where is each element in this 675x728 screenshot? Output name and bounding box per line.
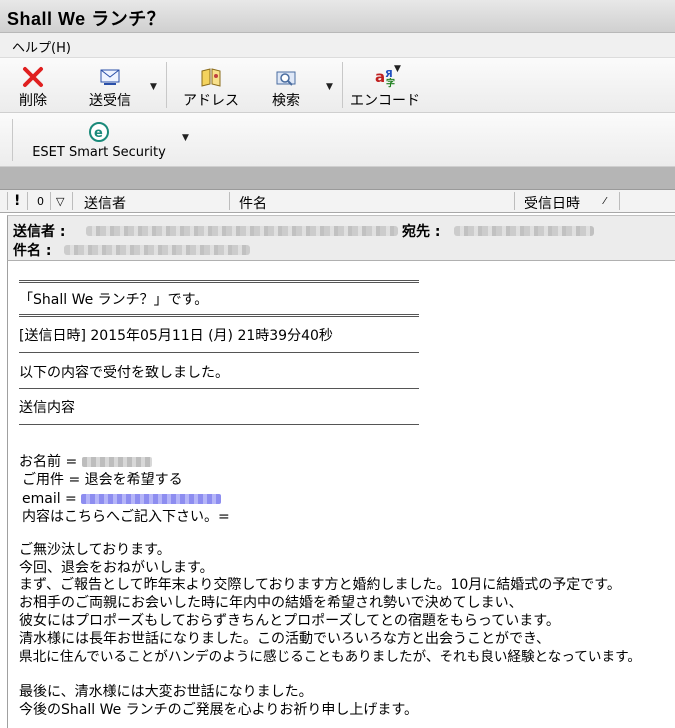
to-address-redacted [454, 226, 594, 236]
body-purpose: ご用件 = 退会を希望する [22, 472, 183, 488]
body-para-8: 最後に、清水様には大変お世話になりました。 [19, 684, 313, 700]
search-icon [274, 66, 298, 88]
delete-button[interactable]: 削除 [8, 58, 58, 112]
message-header-pane: 送信者 : 宛先 : 件名 : [7, 215, 675, 261]
column-divider [229, 192, 230, 210]
body-para-5: 彼女にはプロポーズもしておらずきちんとプロポーズしてとの宿題をもらっています。 [19, 613, 560, 629]
body-accept: 以下の内容で受付を致しました。 [19, 365, 229, 381]
main-toolbar: 削除 送受信 ▼ アドレス 検索 ▼ aЯ字 エンコード ▼ [0, 57, 675, 113]
eset-dropdown-icon[interactable]: ▼ [182, 133, 189, 143]
toolbar-separator [166, 62, 167, 108]
toolbar-grip [12, 119, 13, 161]
search-label: 検索 [272, 93, 300, 109]
column-subject[interactable]: 件名 [239, 193, 267, 213]
rule-single [19, 424, 419, 425]
send-receive-dropdown-icon[interactable]: ▼ [150, 82, 157, 92]
body-shall-we: 「Shall We ランチ？」です。 [19, 292, 209, 308]
to-label: 宛先 : [402, 224, 441, 240]
body-para-4: お相手のご両親にお会いした時に年内中の結婚を希望され勢いで決めてしまい、 [19, 595, 523, 611]
column-divider [619, 192, 620, 210]
column-divider [50, 192, 51, 210]
address-label: アドレス [183, 93, 239, 109]
body-sent-datetime: [送信日時] 2015年05月11日 (月) 21時39分40秒 [19, 328, 333, 344]
rule-double [19, 280, 419, 283]
pane-splitter[interactable] [0, 167, 675, 189]
delete-label: 削除 [19, 93, 47, 109]
svg-text:字: 字 [386, 77, 395, 88]
encode-label: エンコード [350, 93, 420, 109]
window-title: Shall We ランチ？ [7, 9, 166, 29]
from-label: 送信者 : [13, 224, 66, 240]
body-content-title: 送信内容 [19, 400, 75, 416]
toolbar-separator [342, 62, 343, 108]
message-body: 「Shall We ランチ？」です。 [送信日時] 2015年05月11日 (月… [7, 261, 675, 728]
search-button[interactable]: 検索 [262, 58, 310, 112]
name-redacted [81, 457, 152, 467]
send-receive-button[interactable]: 送受信 [80, 58, 140, 112]
eset-logo-icon: e [87, 121, 111, 143]
column-divider [514, 192, 515, 210]
rule-single [19, 388, 419, 389]
body-para-1: ご無沙汰しております。 [19, 542, 171, 558]
from-address-redacted [86, 226, 398, 236]
svg-text:e: e [94, 126, 103, 141]
rule-double [19, 314, 419, 317]
svg-text:a: a [375, 68, 385, 86]
message-list-header: ! 0 ▽ 送信者 件名 受信日時 ⁄ [0, 189, 675, 213]
subject-redacted [64, 245, 250, 255]
column-attachment[interactable]: 0 [37, 195, 44, 208]
send-receive-icon [98, 66, 122, 88]
eset-button[interactable]: e ESET Smart Security [24, 113, 174, 167]
body-para-3: まず、ご報告として昨年末より交際しております方と婚約しました。10月に結婚式の予… [19, 577, 621, 593]
encode-button[interactable]: aЯ字 エンコード [350, 58, 420, 112]
title-bar: Shall We ランチ？ [0, 0, 675, 33]
send-receive-label: 送受信 [89, 93, 131, 109]
addon-toolbar: e ESET Smart Security ▼ [0, 113, 675, 167]
column-date[interactable]: 受信日時 [524, 193, 580, 213]
menu-help[interactable]: ヘルプ(H) [12, 37, 71, 56]
delete-x-icon [21, 66, 45, 88]
body-para-7: 県北に住んでいることがハンデのように感じることもありましたが、それも良い経験とな… [19, 649, 641, 665]
body-para-6: 清水様には長年お世話になりました。この活動でいろいろな方と出会うことができ、 [19, 631, 551, 647]
column-divider [72, 192, 73, 210]
sort-indicator-icon: ⁄ [604, 196, 606, 207]
search-dropdown-icon[interactable]: ▼ [326, 82, 333, 92]
body-email-line: email = [22, 490, 222, 508]
body-para-9: 今後のShall We ランチのご発展を心よりお祈り申し上げます。 [19, 702, 418, 718]
body-para-2: 今回、退会をおねがいします。 [19, 560, 214, 576]
body-name-line: お名前 = [19, 453, 152, 471]
rule-single [19, 352, 419, 353]
column-from[interactable]: 送信者 [84, 193, 126, 213]
column-divider [7, 192, 8, 210]
body-content-label: 内容はこちらへご記入下さい。= [22, 509, 230, 525]
subject-label: 件名 : [13, 243, 52, 259]
address-button[interactable]: アドレス [180, 58, 242, 112]
address-book-icon [199, 66, 223, 88]
column-priority[interactable]: ! [14, 193, 20, 209]
encode-dropdown-icon[interactable]: ▼ [394, 64, 401, 74]
column-mark[interactable]: ▽ [56, 195, 64, 208]
column-divider [27, 192, 28, 210]
menu-bar: ヘルプ(H) [0, 33, 675, 57]
eset-label: ESET Smart Security [32, 145, 166, 160]
email-redacted-link[interactable] [81, 494, 222, 504]
